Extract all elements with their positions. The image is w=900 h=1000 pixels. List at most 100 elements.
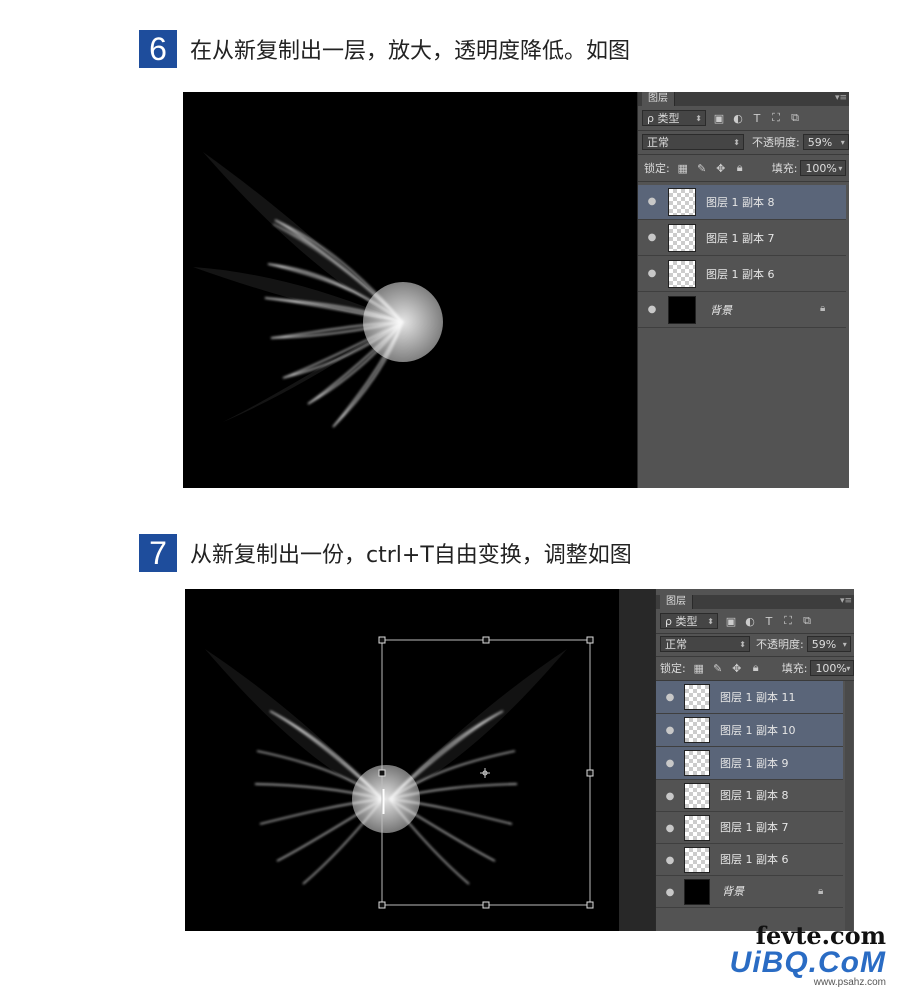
pixel-filter-icon[interactable]: ▣ bbox=[713, 112, 725, 125]
lock-position-icon[interactable]: ✥ bbox=[715, 162, 727, 175]
tab-layers[interactable]: 图层 bbox=[642, 92, 675, 106]
blend-mode-select[interactable]: 正常 ⬍ bbox=[642, 134, 744, 150]
step-number-badge: 7 bbox=[139, 534, 177, 572]
eye-icon[interactable]: ● bbox=[664, 823, 676, 835]
lock-all-icon[interactable]: 🔒︎ bbox=[734, 161, 746, 175]
document-canvas bbox=[185, 589, 619, 931]
layer-thumbnail bbox=[684, 783, 710, 809]
layer-row[interactable]: ● 图层 1 副本 11 bbox=[656, 681, 843, 714]
adjustment-filter-icon[interactable]: ◐ bbox=[732, 112, 744, 125]
crosshair-icon bbox=[480, 768, 490, 778]
blend-row: 正常 ⬍ 不透明度: 59% ▾ bbox=[660, 636, 854, 652]
shape-filter-icon[interactable]: ⛶ bbox=[770, 111, 782, 125]
layer-thumbnail bbox=[684, 879, 710, 905]
opacity-label: 不透明度: bbox=[756, 638, 804, 651]
lock-transparent-icon[interactable]: ▦ bbox=[677, 162, 689, 175]
opacity-value: 59% bbox=[811, 638, 837, 651]
lock-position-icon[interactable]: ✥ bbox=[731, 662, 743, 675]
divider bbox=[656, 656, 854, 657]
eye-icon[interactable]: ● bbox=[664, 887, 676, 899]
pixel-filter-icon[interactable]: ▣ bbox=[725, 615, 737, 628]
layer-row[interactable]: ● 图层 1 副本 10 bbox=[656, 714, 843, 747]
chevron-updown-icon: ⬍ bbox=[695, 114, 702, 123]
filter-label: ρ 类型 bbox=[665, 615, 698, 628]
lock-row: 锁定: ▦ ✎ ✥ 🔒︎ 填充: 100% ▾ bbox=[644, 160, 849, 176]
eye-icon[interactable]: ● bbox=[664, 855, 676, 867]
tab-layers[interactable]: 图层 bbox=[660, 595, 693, 609]
lock-paint-icon[interactable]: ✎ bbox=[712, 662, 724, 675]
layer-row-background[interactable]: ● 背景 🔒︎ bbox=[656, 876, 843, 908]
layer-name: 图层 1 副本 6 bbox=[720, 853, 789, 866]
lock-transparent-icon[interactable]: ▦ bbox=[693, 662, 705, 675]
layer-filter-select[interactable]: ρ 类型 ⬍ bbox=[642, 110, 706, 126]
layer-thumbnail bbox=[668, 188, 696, 216]
layer-filter-select[interactable]: ρ 类型 ⬍ bbox=[660, 613, 718, 629]
layer-row[interactable]: ● 图层 1 副本 6 bbox=[638, 257, 846, 292]
filter-label: ρ 类型 bbox=[647, 112, 680, 125]
lock-icon: 🔒︎ bbox=[818, 886, 824, 897]
lock-all-icon[interactable]: 🔒︎ bbox=[750, 661, 762, 675]
step-7-heading: 7 从新复制出一份，ctrl+T自由变换，调整如图 bbox=[139, 534, 632, 572]
type-filter-icon[interactable]: T bbox=[763, 615, 775, 628]
layer-name: 图层 1 副本 10 bbox=[720, 724, 796, 737]
fill-input[interactable]: 100% ▾ bbox=[800, 160, 847, 176]
chevron-updown-icon: ⬍ bbox=[707, 617, 714, 626]
blend-mode-value: 正常 bbox=[665, 638, 687, 651]
opacity-input[interactable]: 59% ▾ bbox=[802, 134, 849, 150]
eye-icon[interactable]: ● bbox=[664, 725, 676, 737]
fill-label: 填充: bbox=[781, 662, 808, 675]
eye-icon[interactable]: ● bbox=[646, 268, 658, 280]
full-wing-artwork bbox=[205, 636, 594, 909]
chevron-down-icon: ▾ bbox=[838, 164, 843, 173]
layer-thumbnail bbox=[684, 815, 710, 841]
layer-name: 图层 1 副本 8 bbox=[706, 196, 775, 209]
lock-row: 锁定: ▦ ✎ ✥ 🔒︎ 填充: 100% ▾ bbox=[660, 660, 854, 676]
eye-icon[interactable]: ● bbox=[664, 758, 676, 770]
filter-row: ρ 类型 ⬍ ▣ ◐ T ⛶ ⧉ bbox=[660, 613, 854, 629]
layer-row[interactable]: ● 图层 1 副本 6 bbox=[656, 844, 843, 876]
layers-panel: 图层 ▾≡ ρ 类型 ⬍ ▣ ◐ T ⛶ ⧉ 正常 ⬍ 不透明度: 59% ▾ bbox=[637, 92, 849, 488]
filter-row: ρ 类型 ⬍ ▣ ◐ T ⛶ ⧉ bbox=[642, 110, 849, 126]
screenshot-step-7: 图层 ▾≡ ρ 类型 ⬍ ▣ ◐ T ⛶ ⧉ 正常 ⬍ 不透明度: 59% ▾ bbox=[185, 589, 854, 931]
type-filter-icon[interactable]: T bbox=[751, 112, 763, 125]
eye-icon[interactable]: ● bbox=[646, 196, 658, 208]
panel-menu-icon[interactable]: ▾≡ bbox=[835, 93, 847, 103]
layer-row[interactable]: ● 图层 1 副本 7 bbox=[656, 812, 843, 844]
layer-thumbnail bbox=[684, 750, 710, 776]
eye-icon[interactable]: ● bbox=[664, 692, 676, 704]
layer-row[interactable]: ● 图层 1 副本 9 bbox=[656, 747, 843, 780]
blend-mode-select[interactable]: 正常 ⬍ bbox=[660, 636, 750, 652]
layer-name: 图层 1 副本 7 bbox=[706, 232, 775, 245]
lock-label: 锁定: bbox=[660, 662, 686, 675]
eye-icon[interactable]: ● bbox=[646, 304, 658, 316]
layer-row[interactable]: ● 图层 1 副本 7 bbox=[638, 221, 846, 256]
eye-icon[interactable]: ● bbox=[646, 232, 658, 244]
layer-name: 背景 bbox=[722, 885, 744, 898]
panel-menu-icon[interactable]: ▾≡ bbox=[840, 596, 852, 606]
layer-row[interactable]: ● 图层 1 副本 8 bbox=[638, 185, 846, 220]
layer-thumbnail bbox=[668, 260, 696, 288]
layer-row-background[interactable]: ● 背景 🔒︎ bbox=[638, 293, 846, 328]
layer-name: 图层 1 副本 7 bbox=[720, 821, 789, 834]
canvas-gutter bbox=[619, 589, 655, 931]
step-instruction: 从新复制出一份，ctrl+T自由变换，调整如图 bbox=[190, 543, 632, 568]
lock-paint-icon[interactable]: ✎ bbox=[696, 162, 708, 175]
screenshot-step-6: 图层 ▾≡ ρ 类型 ⬍ ▣ ◐ T ⛶ ⧉ 正常 ⬍ 不透明度: 59% ▾ bbox=[183, 92, 849, 488]
watermark-line-2: UiBQ.CoM bbox=[729, 946, 886, 979]
layer-thumbnail bbox=[668, 224, 696, 252]
document-canvas bbox=[183, 92, 637, 488]
layer-thumbnail bbox=[684, 847, 710, 873]
step-instruction: 在从新复制出一层，放大，透明度降低。如图 bbox=[190, 39, 631, 64]
smart-object-filter-icon[interactable]: ⧉ bbox=[801, 614, 813, 628]
chevron-down-icon: ▾ bbox=[846, 664, 851, 673]
adjustment-filter-icon[interactable]: ◐ bbox=[744, 615, 756, 628]
shape-filter-icon[interactable]: ⛶ bbox=[782, 614, 794, 628]
layer-row[interactable]: ● 图层 1 副本 8 bbox=[656, 780, 843, 812]
fill-input[interactable]: 100% ▾ bbox=[810, 660, 854, 676]
eye-icon[interactable]: ● bbox=[664, 791, 676, 803]
layer-name: 图层 1 副本 11 bbox=[720, 691, 796, 704]
panel-scrollbar[interactable] bbox=[845, 681, 853, 931]
smart-object-filter-icon[interactable]: ⧉ bbox=[789, 111, 801, 125]
opacity-input[interactable]: 59% ▾ bbox=[806, 636, 851, 652]
layer-thumbnail bbox=[684, 684, 710, 710]
